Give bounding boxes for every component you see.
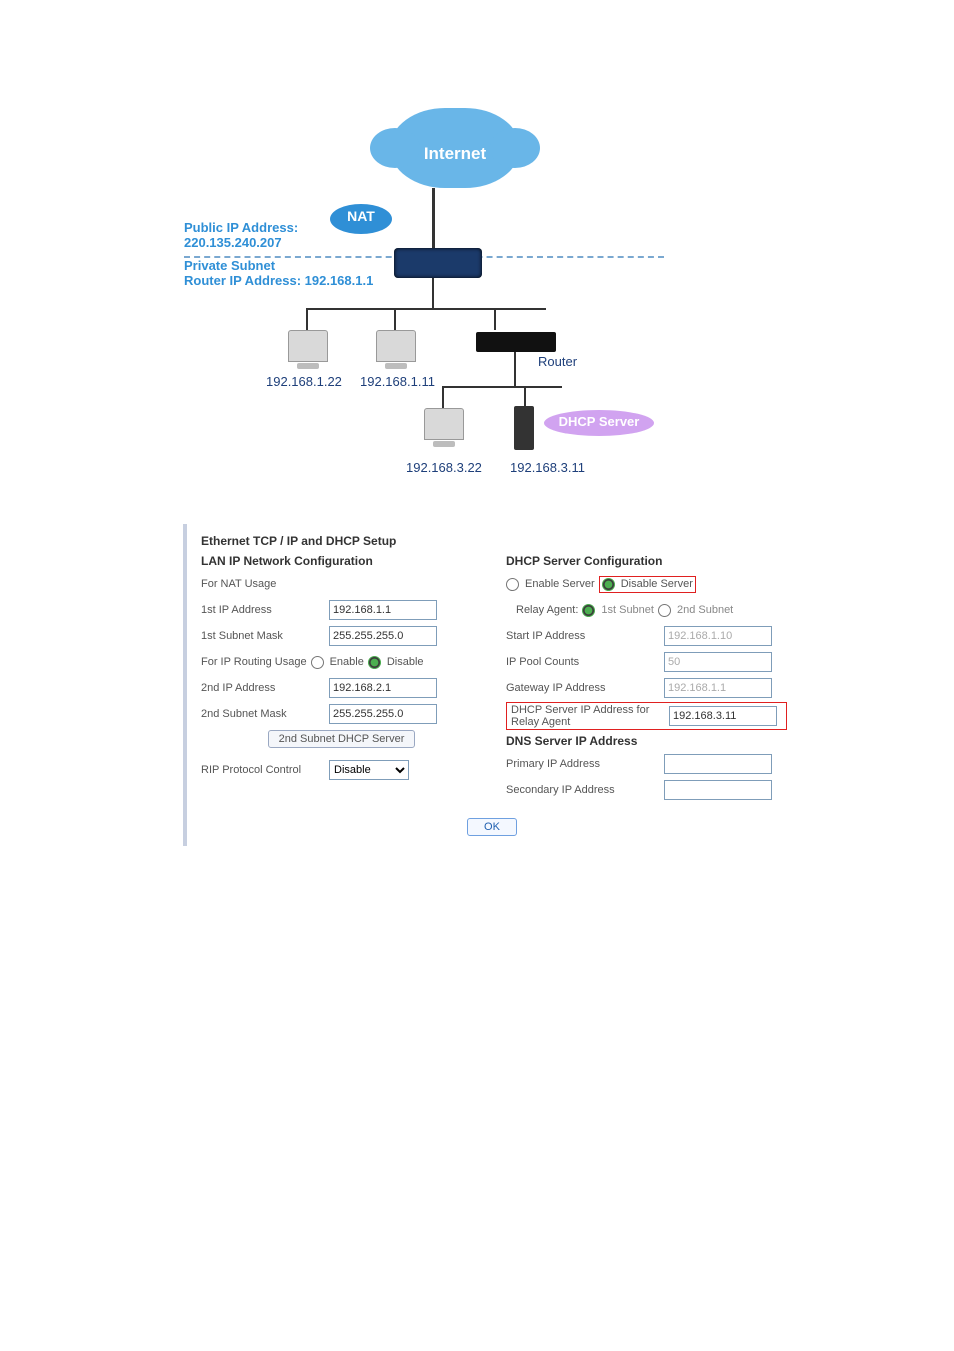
first-mask-input[interactable] — [329, 626, 437, 646]
public-ip-block: Public IP Address: 220.135.240.207 — [184, 220, 298, 250]
router-text-label: Router — [538, 354, 577, 369]
lan-column: LAN IP Network Configuration For NAT Usa… — [187, 554, 492, 812]
dhcp-column: DHCP Server Configuration Enable Server … — [492, 554, 797, 812]
line — [432, 188, 435, 248]
line — [442, 386, 444, 408]
dhcp-heading: DHCP Server Configuration — [506, 554, 787, 568]
settings-panel: Ethernet TCP / IP and DHCP Setup LAN IP … — [183, 524, 797, 846]
nat-label: NAT — [330, 208, 392, 224]
first-ip-input[interactable] — [329, 600, 437, 620]
pool-counts-input[interactable] — [664, 652, 772, 672]
ok-button[interactable]: OK — [467, 818, 517, 836]
public-ip-value: 220.135.240.207 — [184, 235, 282, 250]
dhcp-enable-radio[interactable] — [506, 578, 519, 591]
relay-second-subnet-radio[interactable] — [658, 604, 671, 617]
private-subnet-block: Private Subnet Router IP Address: 192.16… — [184, 258, 373, 288]
sub-pc-ip: 192.168.3.22 — [406, 460, 482, 475]
relay-agent-ip-label: DHCP Server IP Address for Relay Agent — [511, 704, 663, 728]
second-mask-input[interactable] — [329, 704, 437, 724]
routing-enable-text: Enable — [330, 656, 364, 668]
line — [306, 308, 546, 310]
second-mask-label: 2nd Subnet Mask — [201, 708, 323, 720]
router-ip-label: Router IP Address: 192.168.1.1 — [184, 273, 373, 288]
routing-enable-radio[interactable] — [311, 656, 324, 669]
line — [494, 308, 496, 330]
second-subnet-dhcp-button[interactable]: 2nd Subnet DHCP Server — [268, 730, 416, 748]
routing-disable-text: Disable — [387, 656, 424, 668]
pc-icon — [376, 330, 416, 362]
gateway-ip-label: Gateway IP Address — [506, 682, 658, 694]
network-diagram: Internet NAT Public IP Address: 220.135.… — [184, 108, 784, 488]
nat-usage-row: For NAT Usage — [201, 572, 482, 596]
line — [524, 386, 526, 408]
dns-heading: DNS Server IP Address — [506, 734, 787, 748]
dns-primary-input[interactable] — [664, 754, 772, 774]
relay-agent-ip-input[interactable] — [669, 706, 777, 726]
line — [394, 308, 396, 330]
dns-primary-label: Primary IP Address — [506, 758, 658, 770]
pc2-ip: 192.168.1.11 — [360, 374, 435, 389]
dhcp-disable-radio[interactable] — [602, 578, 615, 591]
pc1-ip: 192.168.1.22 — [266, 374, 342, 389]
relay-agent-label: Relay Agent: — [516, 604, 578, 616]
main-router-icon — [394, 248, 482, 278]
start-ip-input[interactable] — [664, 626, 772, 646]
line — [514, 352, 516, 386]
secondary-router-icon — [476, 332, 556, 352]
panel-title: Ethernet TCP / IP and DHCP Setup — [187, 524, 797, 554]
gateway-ip-input[interactable] — [664, 678, 772, 698]
rip-label: RIP Protocol Control — [201, 764, 323, 776]
second-ip-input[interactable] — [329, 678, 437, 698]
rip-select[interactable]: Disable — [329, 760, 409, 780]
dns-secondary-input[interactable] — [664, 780, 772, 800]
relay-first-subnet-text: 1st Subnet — [601, 604, 654, 616]
pc-icon — [288, 330, 328, 362]
nat-usage-label: For NAT Usage — [201, 578, 276, 590]
page-root: Internet NAT Public IP Address: 220.135.… — [0, 0, 954, 1351]
start-ip-label: Start IP Address — [506, 630, 658, 642]
routing-usage-row: For IP Routing Usage Enable Disable — [201, 650, 482, 674]
internet-label: Internet — [390, 144, 520, 164]
server-icon — [514, 406, 534, 450]
dhcp-disable-text: Disable Server — [621, 578, 693, 590]
lan-heading: LAN IP Network Configuration — [201, 554, 482, 568]
private-subnet-label: Private Subnet — [184, 258, 275, 273]
dns-secondary-label: Secondary IP Address — [506, 784, 658, 796]
public-ip-label: Public IP Address: — [184, 220, 298, 235]
dhcp-server-mode-row: Enable Server Disable Server — [506, 572, 787, 596]
dhcp-label: DHCP Server — [544, 414, 654, 429]
second-ip-label: 2nd IP Address — [201, 682, 323, 694]
relay-first-subnet-radio[interactable] — [582, 604, 595, 617]
line — [306, 308, 308, 330]
pool-counts-label: IP Pool Counts — [506, 656, 658, 668]
pc-icon — [424, 408, 464, 440]
first-ip-label: 1st IP Address — [201, 604, 323, 616]
line — [442, 386, 562, 388]
dhcp-enable-text: Enable Server — [525, 578, 595, 590]
line — [432, 278, 434, 308]
routing-disable-radio[interactable] — [368, 656, 381, 669]
routing-usage-label: For IP Routing Usage — [201, 656, 307, 668]
sub-server-ip: 192.168.3.11 — [510, 460, 585, 475]
relay-agent-row: Relay Agent: 1st Subnet 2nd Subnet — [506, 598, 787, 622]
first-mask-label: 1st Subnet Mask — [201, 630, 323, 642]
relay-agent-ip-highlight: DHCP Server IP Address for Relay Agent — [506, 702, 787, 730]
relay-second-subnet-text: 2nd Subnet — [677, 604, 733, 616]
